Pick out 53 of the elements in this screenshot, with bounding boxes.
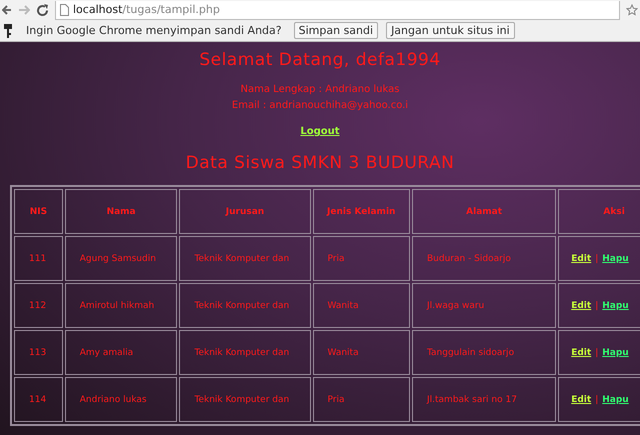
- column-header: Alamat: [412, 189, 556, 234]
- edit-link[interactable]: Edit: [571, 254, 592, 264]
- delete-link[interactable]: Hapu: [602, 394, 629, 404]
- table-cell: Pria: [312, 236, 410, 281]
- table-cell: 112: [14, 283, 63, 328]
- delete-link[interactable]: Hapu: [602, 300, 629, 310]
- edit-link[interactable]: Edit: [571, 394, 592, 404]
- separator-text: |: [595, 394, 598, 404]
- address-bar[interactable]: localhost/tugas/tampil.php: [55, 0, 620, 20]
- delete-link[interactable]: Hapu: [602, 254, 629, 264]
- email-text: Email : andrianouchiha@yahoo.co.i: [232, 99, 408, 113]
- table-cell: 113: [14, 330, 63, 375]
- table-cell: Amy amalia: [64, 330, 178, 375]
- table-cell: 111: [14, 236, 63, 281]
- table-cell: Buduran - Sidoarjo: [412, 236, 556, 281]
- logout-link[interactable]: Logout: [300, 126, 340, 137]
- column-header: Nama: [64, 189, 178, 234]
- table-cell: Pria: [312, 377, 410, 422]
- table-cell: Andriano lukas: [64, 377, 178, 422]
- welcome-heading: Selamat Datang, defa1994: [199, 50, 441, 70]
- table-title: Data Siswa SMKN 3 BUDURAN: [186, 153, 454, 173]
- save-password-prompt: Ingin Google Chrome menyimpan sandi Anda?: [26, 24, 282, 37]
- table-cell: Wanita: [312, 283, 410, 328]
- separator-text: |: [595, 300, 598, 310]
- table-cell: Teknik Komputer dan: [179, 236, 310, 281]
- table-cell: Jl.waga waru: [412, 283, 556, 328]
- edit-link[interactable]: Edit: [571, 300, 592, 310]
- table-cell: Amirotul hikmah: [64, 283, 178, 328]
- table-cell: Wanita: [312, 330, 410, 375]
- column-header: Jenis Kelamin: [312, 189, 410, 234]
- star-icon[interactable]: [626, 4, 638, 16]
- url-text: localhost/tugas/tampil.php: [73, 3, 220, 16]
- table-cell: Teknik Komputer dan: [179, 377, 310, 422]
- separator-text: |: [595, 254, 598, 264]
- never-for-site-button[interactable]: Jangan untuk situs ini: [386, 22, 515, 39]
- column-header: Jurusan: [179, 189, 310, 234]
- table-cell: Teknik Komputer dan: [179, 283, 310, 328]
- full-name-text: Nama Lengkap : Andriano lukas: [240, 83, 400, 97]
- delete-link[interactable]: Hapu: [602, 348, 629, 358]
- edit-link[interactable]: Edit: [571, 348, 592, 358]
- separator-text: |: [595, 348, 598, 358]
- key-icon: [4, 24, 12, 38]
- page-icon: [60, 4, 69, 16]
- table-cell: Agung Samsudin: [64, 236, 178, 281]
- column-header: NIS: [14, 189, 63, 234]
- reload-icon[interactable]: [36, 4, 49, 16]
- back-arrow-icon[interactable]: [2, 4, 12, 16]
- table-cell: Tanggulain sidoarjo: [412, 330, 556, 375]
- table-cell: Jl.tambak sari no 17: [412, 377, 556, 422]
- column-header: Aksi: [558, 189, 640, 234]
- table-cell: Teknik Komputer dan: [179, 330, 310, 375]
- table-cell: 114: [14, 377, 63, 422]
- save-password-button[interactable]: Simpan sandi: [294, 22, 378, 39]
